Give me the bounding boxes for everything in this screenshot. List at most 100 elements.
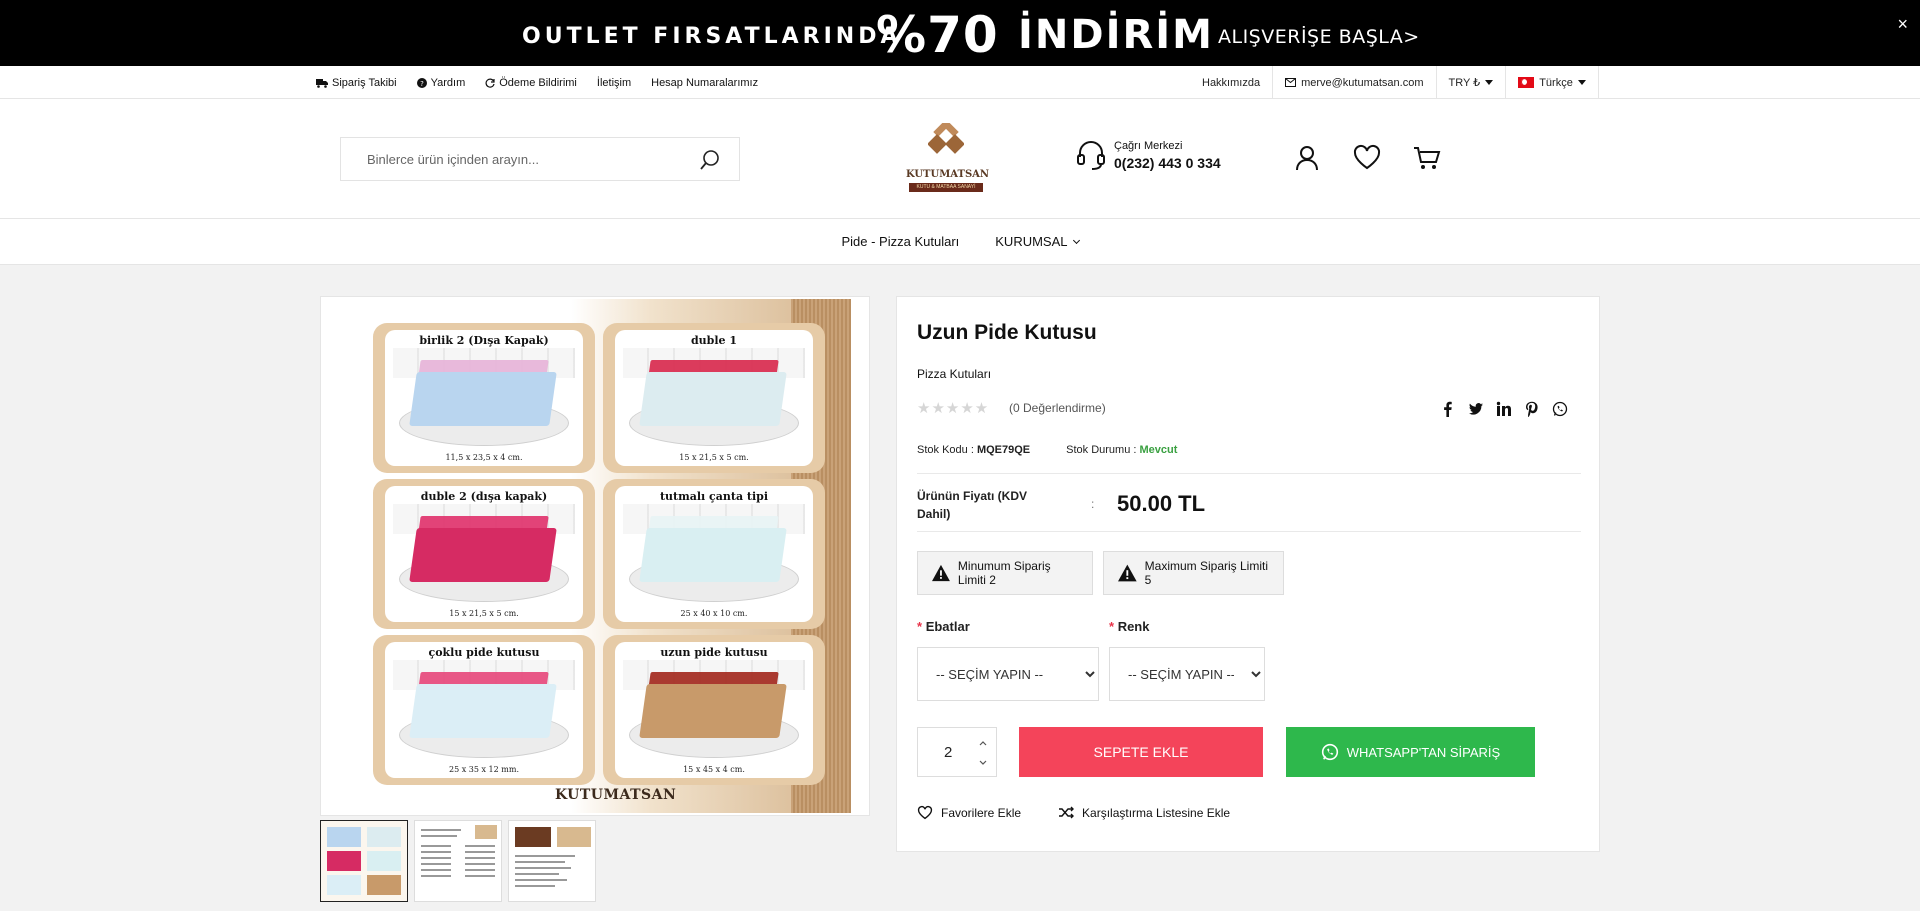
mail-icon bbox=[1285, 78, 1297, 87]
pinterest-icon[interactable] bbox=[1524, 401, 1540, 418]
help-link[interactable]: ? Yardım bbox=[416, 76, 466, 89]
site-logo[interactable]: KUTUMATSAN KUTU & MATBAA SANAYİ bbox=[906, 123, 990, 195]
currency-dropdown[interactable]: TRY ₺ bbox=[1435, 66, 1506, 99]
language-dropdown[interactable]: Türkçe bbox=[1505, 66, 1599, 99]
gallery-card-dim: 15 x 45 x 4 cm. bbox=[683, 765, 745, 774]
quantity-value[interactable]: 2 bbox=[944, 744, 952, 761]
add-to-cart-button[interactable]: SEPETE EKLE bbox=[1019, 727, 1263, 777]
gallery-card-dim: 15 x 21,5 x 5 cm. bbox=[679, 453, 749, 462]
email-link[interactable]: merve@kutumatsan.com bbox=[1272, 66, 1435, 99]
whatsapp-order-button[interactable]: WHATSAPP'TAN SİPARİŞ bbox=[1286, 727, 1535, 777]
stock-code-label: Stok Kodu : bbox=[917, 444, 974, 456]
utility-right: Hakkımızda merve@kutumatsan.com TRY ₺ Tü… bbox=[1190, 66, 1599, 99]
about-link[interactable]: Hakkımızda bbox=[1190, 66, 1272, 99]
stock-status-row: Stok Durumu : Mevcut bbox=[1066, 444, 1177, 456]
logo-name: KUTUMATSAN bbox=[906, 169, 990, 180]
bank-accounts-link[interactable]: Hesap Numaralarımız bbox=[651, 77, 758, 89]
gallery-card: tutmalı çanta tipi 25 x 40 x 10 cm. bbox=[603, 479, 825, 629]
thumbnail-1[interactable] bbox=[320, 820, 408, 902]
rating-count[interactable]: (0 Değerlendirme) bbox=[1009, 401, 1106, 415]
gallery-card-title: birlik 2 (Dışa Kapak) bbox=[419, 334, 549, 347]
refresh-icon bbox=[485, 78, 495, 88]
search-box bbox=[340, 137, 740, 181]
add-to-favorites-link[interactable]: Favorilere Ekle bbox=[917, 805, 1021, 820]
gallery-card: çoklu pide kutusu 25 x 35 x 12 mm. bbox=[373, 635, 595, 785]
thumbnail-2[interactable] bbox=[414, 820, 502, 902]
add-to-compare-link[interactable]: Karşılaştırma Listesine Ekle bbox=[1059, 805, 1230, 820]
search-icon[interactable] bbox=[699, 149, 721, 171]
truck-icon bbox=[316, 78, 328, 88]
gallery-card-dim: 11,5 x 23,5 x 4 cm. bbox=[445, 453, 523, 462]
size-select[interactable]: -- SEÇİM YAPIN -- bbox=[917, 647, 1099, 701]
nav-item-kurumsal[interactable]: KURUMSAL bbox=[995, 234, 1080, 249]
nav-item-label: Pide - Pizza Kutuları bbox=[841, 234, 960, 249]
divider bbox=[917, 473, 1581, 474]
bank-accounts-label: Hesap Numaralarımız bbox=[651, 76, 759, 89]
call-center-phone[interactable]: 0(232) 443 0 334 bbox=[1114, 155, 1221, 171]
product-title: Uzun Pide Kutusu bbox=[917, 321, 1097, 344]
site-header: KUTUMATSAN KUTU & MATBAA SANAYİ Çağrı Me… bbox=[0, 99, 1920, 219]
gallery-card-title: duble 2 (dışa kapak) bbox=[420, 490, 548, 503]
gallery-card-title: çoklu pide kutusu bbox=[428, 646, 540, 659]
help-label: Yardım bbox=[430, 76, 466, 89]
quantity-stepper[interactable]: 2 bbox=[917, 727, 997, 777]
language-label: Türkçe bbox=[1539, 76, 1573, 89]
heart-icon bbox=[917, 805, 933, 820]
chevron-up-icon[interactable] bbox=[978, 738, 988, 748]
required-mark: * bbox=[1109, 619, 1115, 634]
thumbnail-3[interactable] bbox=[508, 820, 596, 902]
stock-info: Stok Kodu : MQE79QE Stok Durumu : Mevcut bbox=[917, 444, 1177, 456]
utility-bar: Sipariş Takibi ? Yardım Ödeme Bildirimi … bbox=[0, 66, 1920, 99]
product-main-image[interactable]: birlik 2 (Dışa Kapak) 11,5 x 23,5 x 4 cm… bbox=[351, 299, 851, 813]
option-label-text: Ebatlar bbox=[925, 619, 970, 634]
rating-stars[interactable]: ★★★★★ bbox=[917, 399, 989, 417]
gallery-card: duble 2 (dışa kapak) 15 x 21,5 x 5 cm. bbox=[373, 479, 595, 629]
stock-code-value: MQE79QE bbox=[976, 444, 1031, 456]
close-icon[interactable]: × bbox=[1897, 14, 1908, 35]
add-to-favorites-label: Favorilere Ekle bbox=[941, 805, 1022, 820]
chevron-down-icon[interactable] bbox=[978, 758, 988, 768]
divider bbox=[917, 531, 1581, 532]
order-tracking-link[interactable]: Sipariş Takibi bbox=[316, 77, 397, 89]
whatsapp-order-label: WHATSAPP'TAN SİPARİŞ bbox=[1346, 744, 1501, 760]
contact-link[interactable]: İletişim bbox=[597, 77, 631, 89]
chevron-down-icon bbox=[1072, 236, 1080, 244]
gallery-card-dim: 25 x 35 x 12 mm. bbox=[449, 765, 519, 774]
option-label-ebatlar: * Ebatlar bbox=[917, 619, 970, 634]
currency-label: TRY ₺ bbox=[1448, 77, 1481, 89]
stock-status-label: Stok Durumu : bbox=[1066, 444, 1137, 456]
promo-banner[interactable]: OUTLET FIRSATLARINDA %70 İNDİRİM ALIŞVER… bbox=[0, 0, 1920, 66]
user-icon[interactable] bbox=[1292, 143, 1322, 173]
price-colon: : bbox=[1091, 497, 1095, 511]
cart-icon[interactable] bbox=[1412, 143, 1442, 173]
gallery-card: birlik 2 (Dışa Kapak) 11,5 x 23,5 x 4 cm… bbox=[373, 323, 595, 473]
add-to-compare-label: Karşılaştırma Listesine Ekle bbox=[1082, 805, 1231, 820]
payment-notice-link[interactable]: Ödeme Bildirimi bbox=[485, 77, 577, 89]
twitter-icon[interactable] bbox=[1468, 401, 1484, 417]
call-center[interactable]: Çağrı Merkezi 0(232) 443 0 334 bbox=[1076, 139, 1221, 171]
gallery-card-title: duble 1 bbox=[690, 334, 738, 347]
gallery-brand: KUTUMATSAN bbox=[555, 787, 677, 803]
facebook-icon[interactable] bbox=[1440, 401, 1456, 417]
heart-icon[interactable] bbox=[1352, 143, 1382, 173]
logo-mark-icon bbox=[928, 123, 964, 154]
product-detail-panel: Uzun Pide Kutusu Pizza Kutuları ★★★★★ (0… bbox=[896, 296, 1600, 852]
nav-item-pide-pizza[interactable]: Pide - Pizza Kutuları bbox=[841, 234, 959, 249]
product-category[interactable]: Pizza Kutuları bbox=[917, 367, 991, 381]
payment-notice-label: Ödeme Bildirimi bbox=[499, 76, 577, 89]
product-gallery: birlik 2 (Dışa Kapak) 11,5 x 23,5 x 4 cm… bbox=[320, 296, 870, 816]
banner-text-outlet: OUTLET FIRSATLARINDA bbox=[522, 24, 902, 49]
min-order-limit-badge: Minumum Sipariş Limiti 2 bbox=[917, 551, 1093, 595]
shuffle-icon bbox=[1059, 806, 1075, 819]
gallery-card-title: tutmalı çanta tipi bbox=[659, 490, 769, 503]
svg-text:?: ? bbox=[420, 80, 424, 88]
stock-status-value: Mevcut bbox=[1139, 444, 1178, 456]
color-select[interactable]: -- SEÇİM YAPIN -- bbox=[1109, 647, 1265, 701]
share-icons bbox=[1440, 401, 1568, 418]
linkedin-icon[interactable] bbox=[1496, 401, 1512, 417]
banner-cta-link[interactable]: ALIŞVERİŞE BAŞLA> bbox=[1218, 26, 1420, 48]
search-input[interactable] bbox=[367, 151, 697, 167]
max-order-limit-badge: Maximum Sipariş Limiti 5 bbox=[1103, 551, 1284, 595]
header-icons bbox=[1292, 143, 1442, 173]
whatsapp-icon[interactable] bbox=[1552, 401, 1568, 417]
